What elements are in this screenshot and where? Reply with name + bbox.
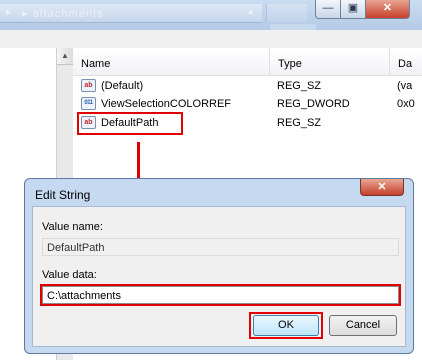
- value-name-label: Value name:: [42, 221, 103, 233]
- address-back-icon[interactable]: ◂: [240, 4, 260, 22]
- close-button[interactable]: ✕: [365, 0, 410, 19]
- value-type: REG_SZ: [277, 80, 322, 92]
- minimize-button[interactable]: —: [315, 0, 341, 19]
- ok-highlight-box: [249, 312, 323, 339]
- value-data-label: Value data:: [42, 269, 97, 281]
- value-row-default[interactable]: ab (Default) REG_SZ (va: [73, 77, 422, 96]
- dialog-title: Edit String: [35, 188, 91, 202]
- search-box[interactable]: [266, 4, 307, 22]
- address-text: ▸ attachments: [22, 8, 104, 20]
- menu-bar: [0, 30, 422, 49]
- value-data: (va: [397, 80, 413, 92]
- maximize-button[interactable]: ▣: [340, 0, 366, 19]
- dialog-client-area: Value name: DefaultPath Value data: C:\a…: [32, 206, 406, 347]
- value-data: 0x0: [397, 98, 415, 110]
- defaultpath-highlight-box: [77, 112, 183, 135]
- address-bar[interactable]: ▸ ▸ attachments ◂: [0, 4, 262, 23]
- string-value-icon: ab: [81, 79, 96, 92]
- edit-string-dialog: Edit String ✕ Value name: DefaultPath Va…: [24, 178, 414, 354]
- value-name-field: DefaultPath: [42, 238, 399, 256]
- value-name: (Default): [101, 80, 144, 92]
- dialog-close-button[interactable]: ✕: [360, 179, 404, 196]
- scroll-up-icon[interactable]: ▲: [57, 48, 73, 65]
- value-type: REG_DWORD: [277, 98, 350, 110]
- binary-value-icon: 011: [81, 97, 96, 110]
- column-header-data[interactable]: Da: [390, 48, 422, 76]
- column-header-name[interactable]: Name: [73, 48, 270, 76]
- value-name: ViewSelectionCOLORREF: [101, 98, 232, 110]
- value-data-highlight-box: [40, 284, 401, 306]
- value-type: REG_SZ: [277, 117, 322, 129]
- cancel-button[interactable]: Cancel: [329, 315, 397, 336]
- column-header-type[interactable]: Type: [270, 48, 390, 76]
- address-chevron-icon: ▸: [6, 7, 12, 18]
